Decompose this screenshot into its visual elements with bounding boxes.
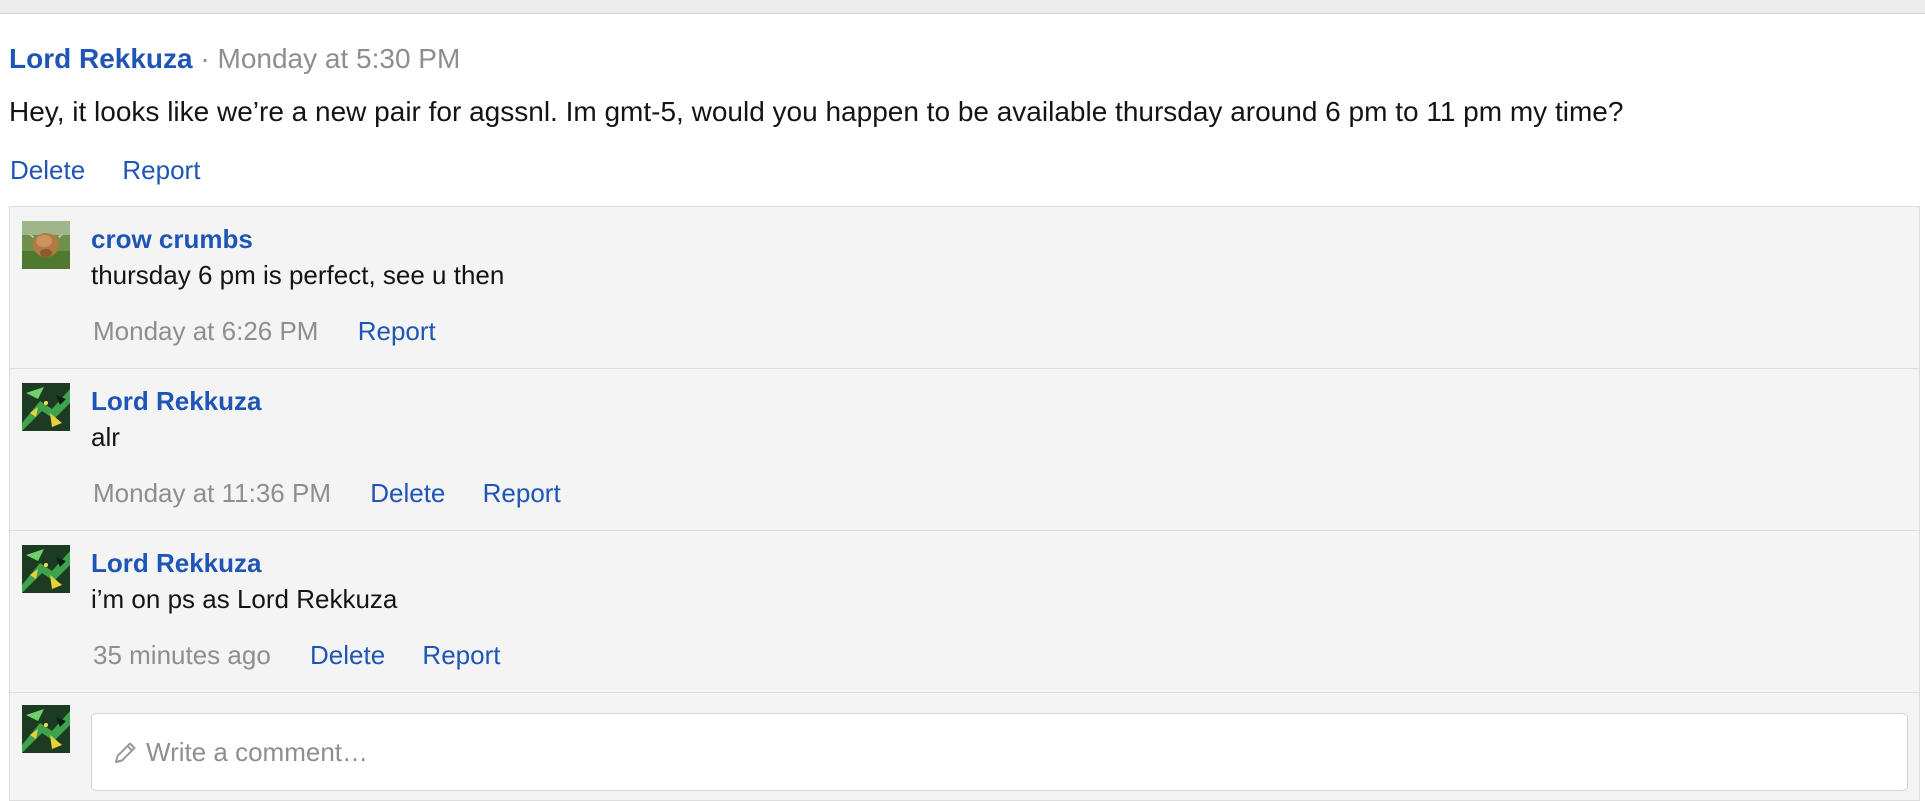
pencil-icon xyxy=(112,740,138,766)
top-divider-bar xyxy=(0,0,1925,14)
comment-delete-link[interactable]: Delete xyxy=(370,478,445,508)
post-actions: Delete Report xyxy=(10,154,230,186)
post-header: Lord Rekkuza · Monday at 5:30 PM xyxy=(9,42,460,76)
comment-meta: 35 minutes ago Delete Report xyxy=(93,639,530,671)
comment-text: thursday 6 pm is perfect, see u then xyxy=(91,260,505,290)
post-timestamp: Monday at 5:30 PM xyxy=(217,43,461,74)
cow-avatar-icon[interactable] xyxy=(22,221,70,269)
comments-panel: crow crumbs thursday 6 pm is perfect, se… xyxy=(9,206,1920,801)
dragon-avatar-icon xyxy=(22,705,70,753)
post-author-link[interactable]: Lord Rekkuza xyxy=(9,43,193,74)
comment-delete-link[interactable]: Delete xyxy=(310,640,385,670)
comment-item: crow crumbs thursday 6 pm is perfect, se… xyxy=(10,207,1919,369)
comment-timestamp: 35 minutes ago xyxy=(93,640,271,670)
comment-author-link[interactable]: crow crumbs xyxy=(91,223,253,255)
comment-item: Lord Rekkuza i’m on ps as Lord Rekkuza 3… xyxy=(10,531,1919,693)
comment-author-link[interactable]: Lord Rekkuza xyxy=(91,547,262,579)
comment-report-link[interactable]: Report xyxy=(422,640,500,670)
comment-meta: Monday at 11:36 PM Delete Report xyxy=(93,477,591,509)
post-body-text: Hey, it looks like we’re a new pair for … xyxy=(9,96,1624,127)
post-delete-link[interactable]: Delete xyxy=(10,155,85,185)
comment-composer: Write a comment… xyxy=(10,693,1919,800)
comment-item: Lord Rekkuza alr Monday at 11:36 PM Dele… xyxy=(10,369,1919,531)
comment-text: i’m on ps as Lord Rekkuza xyxy=(91,584,398,614)
post-header-separator: · xyxy=(200,43,210,74)
comment-timestamp: Monday at 6:26 PM xyxy=(93,316,319,346)
dragon-avatar-icon[interactable] xyxy=(22,383,70,431)
comment-input[interactable]: Write a comment… xyxy=(91,713,1908,791)
comment-report-link[interactable]: Report xyxy=(483,478,561,508)
post-report-link[interactable]: Report xyxy=(122,155,200,185)
comment-report-link[interactable]: Report xyxy=(358,316,436,346)
comment-input-placeholder: Write a comment… xyxy=(146,737,369,767)
comment-meta: Monday at 6:26 PM Report xyxy=(93,315,466,347)
comment-timestamp: Monday at 11:36 PM xyxy=(93,478,331,508)
comment-author-link[interactable]: Lord Rekkuza xyxy=(91,385,262,417)
dragon-avatar-icon[interactable] xyxy=(22,545,70,593)
comment-text: alr xyxy=(91,422,120,452)
